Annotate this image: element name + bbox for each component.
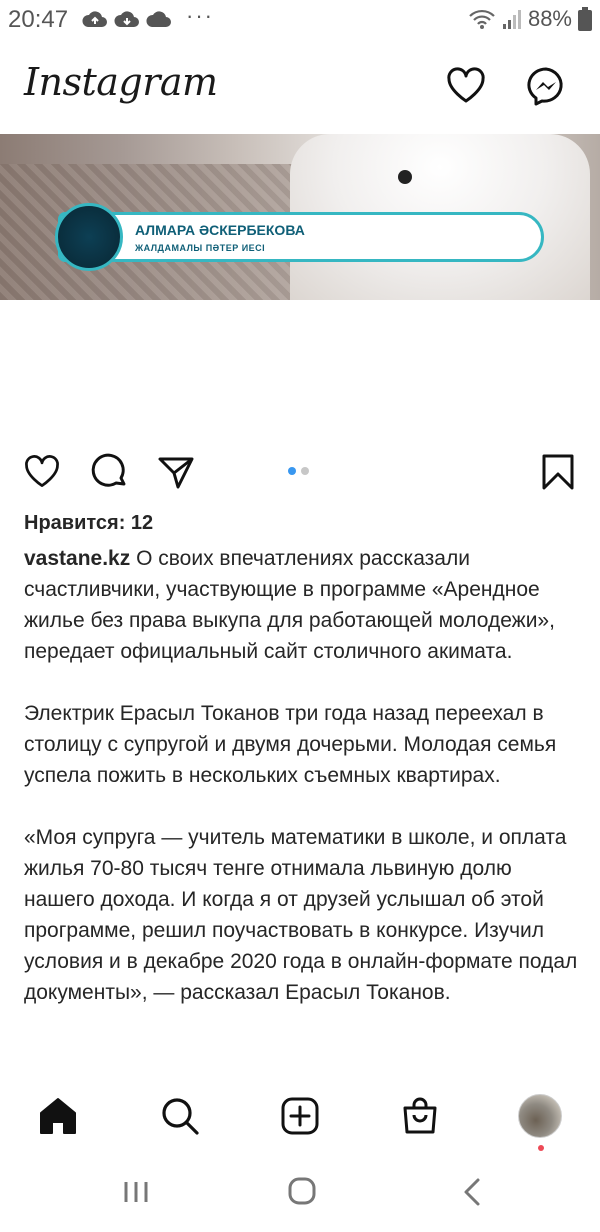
shopping-bag-icon [403, 1097, 437, 1134]
search-icon [162, 1098, 199, 1135]
post-caption: vastane.kz О своих впечатлениях рассказа… [24, 543, 584, 1075]
messenger-icon [527, 67, 563, 106]
wifi-icon [469, 9, 495, 29]
signal-icon [502, 10, 521, 29]
post-action-bar [0, 452, 600, 492]
battery-icon [578, 7, 592, 31]
app-header: Instagram [0, 42, 600, 134]
comment-icon [91, 453, 126, 487]
overlay-subtitle: ЖАЛДАМАЛЫ ПӘТЕР ИЕСІ [135, 243, 266, 253]
instagram-logo[interactable]: Instagram [24, 60, 218, 104]
nav-create-button[interactable] [278, 1094, 322, 1138]
video-lower-third: АЛМАРА ӘСКЕРБЕКОВА ЖАЛДАМАЛЫ ПӘТЕР ИЕСІ [55, 203, 544, 271]
caption-username[interactable]: vastane.kz [24, 547, 130, 570]
status-more-dots: ··· [186, 3, 214, 28]
save-button[interactable] [538, 452, 578, 492]
bottom-navigation [0, 1080, 600, 1152]
status-system-icons: 88% [468, 6, 592, 32]
status-notification-icons [82, 9, 172, 29]
system-home-button[interactable] [282, 1174, 322, 1210]
comment-button[interactable] [90, 452, 130, 492]
caption-paragraph: «Моя супруга — учитель математики в школ… [24, 826, 578, 1004]
status-bar: 20:47 ··· 88% [0, 0, 600, 42]
nav-search-button[interactable] [158, 1094, 202, 1138]
caption-paragraph: Электрик Ерасыл Токанов три года назад п… [24, 702, 557, 787]
caption-paragraph: vastane.kz О своих впечатлениях рассказа… [24, 543, 584, 667]
battery-percent: 88% [527, 6, 572, 31]
status-time: 20:47 [8, 6, 69, 33]
post-video[interactable]: АЛМАРА ӘСКЕРБЕКОВА ЖАЛДАМАЛЫ ПӘТЕР ИЕСІ [0, 134, 600, 300]
recent-apps-icon [124, 1182, 148, 1202]
nav-shop-button[interactable] [398, 1094, 442, 1138]
likes-count[interactable]: Нравится: 12 [24, 512, 153, 535]
system-back-button[interactable] [452, 1174, 492, 1210]
system-navigation-bar [0, 1152, 600, 1232]
heart-icon [447, 67, 485, 103]
cloud-download-icon [114, 11, 139, 27]
bookmark-icon [542, 454, 574, 490]
heart-icon [25, 455, 59, 487]
nav-profile-button[interactable] [518, 1094, 562, 1138]
direct-messages-button[interactable] [524, 64, 568, 108]
add-post-icon [281, 1097, 319, 1135]
cloud-upload-icon [82, 11, 107, 27]
carousel-dot-active [288, 467, 296, 475]
home-icon [40, 1098, 76, 1134]
carousel-indicator [288, 467, 309, 475]
profile-avatar [518, 1094, 562, 1138]
share-button[interactable] [156, 452, 196, 492]
overlay-name: АЛМАРА ӘСКЕРБЕКОВА [135, 222, 305, 238]
like-button[interactable] [22, 452, 62, 492]
lapel-microphone [398, 170, 412, 184]
post-media[interactable]: АЛМАРА ӘСКЕРБЕКОВА ЖАЛДАМАЛЫ ПӘТЕР ИЕСІ [0, 134, 600, 454]
recent-apps-button[interactable] [116, 1174, 156, 1210]
nav-home-button[interactable] [36, 1094, 80, 1138]
activity-button[interactable] [444, 64, 488, 108]
back-arrow-icon [464, 1178, 480, 1206]
profile-notification-dot [538, 1145, 544, 1151]
send-icon [158, 457, 194, 489]
cloud-icon [146, 11, 171, 27]
carousel-dot [301, 467, 309, 475]
system-home-icon [288, 1177, 316, 1205]
channel-logo [55, 203, 123, 271]
